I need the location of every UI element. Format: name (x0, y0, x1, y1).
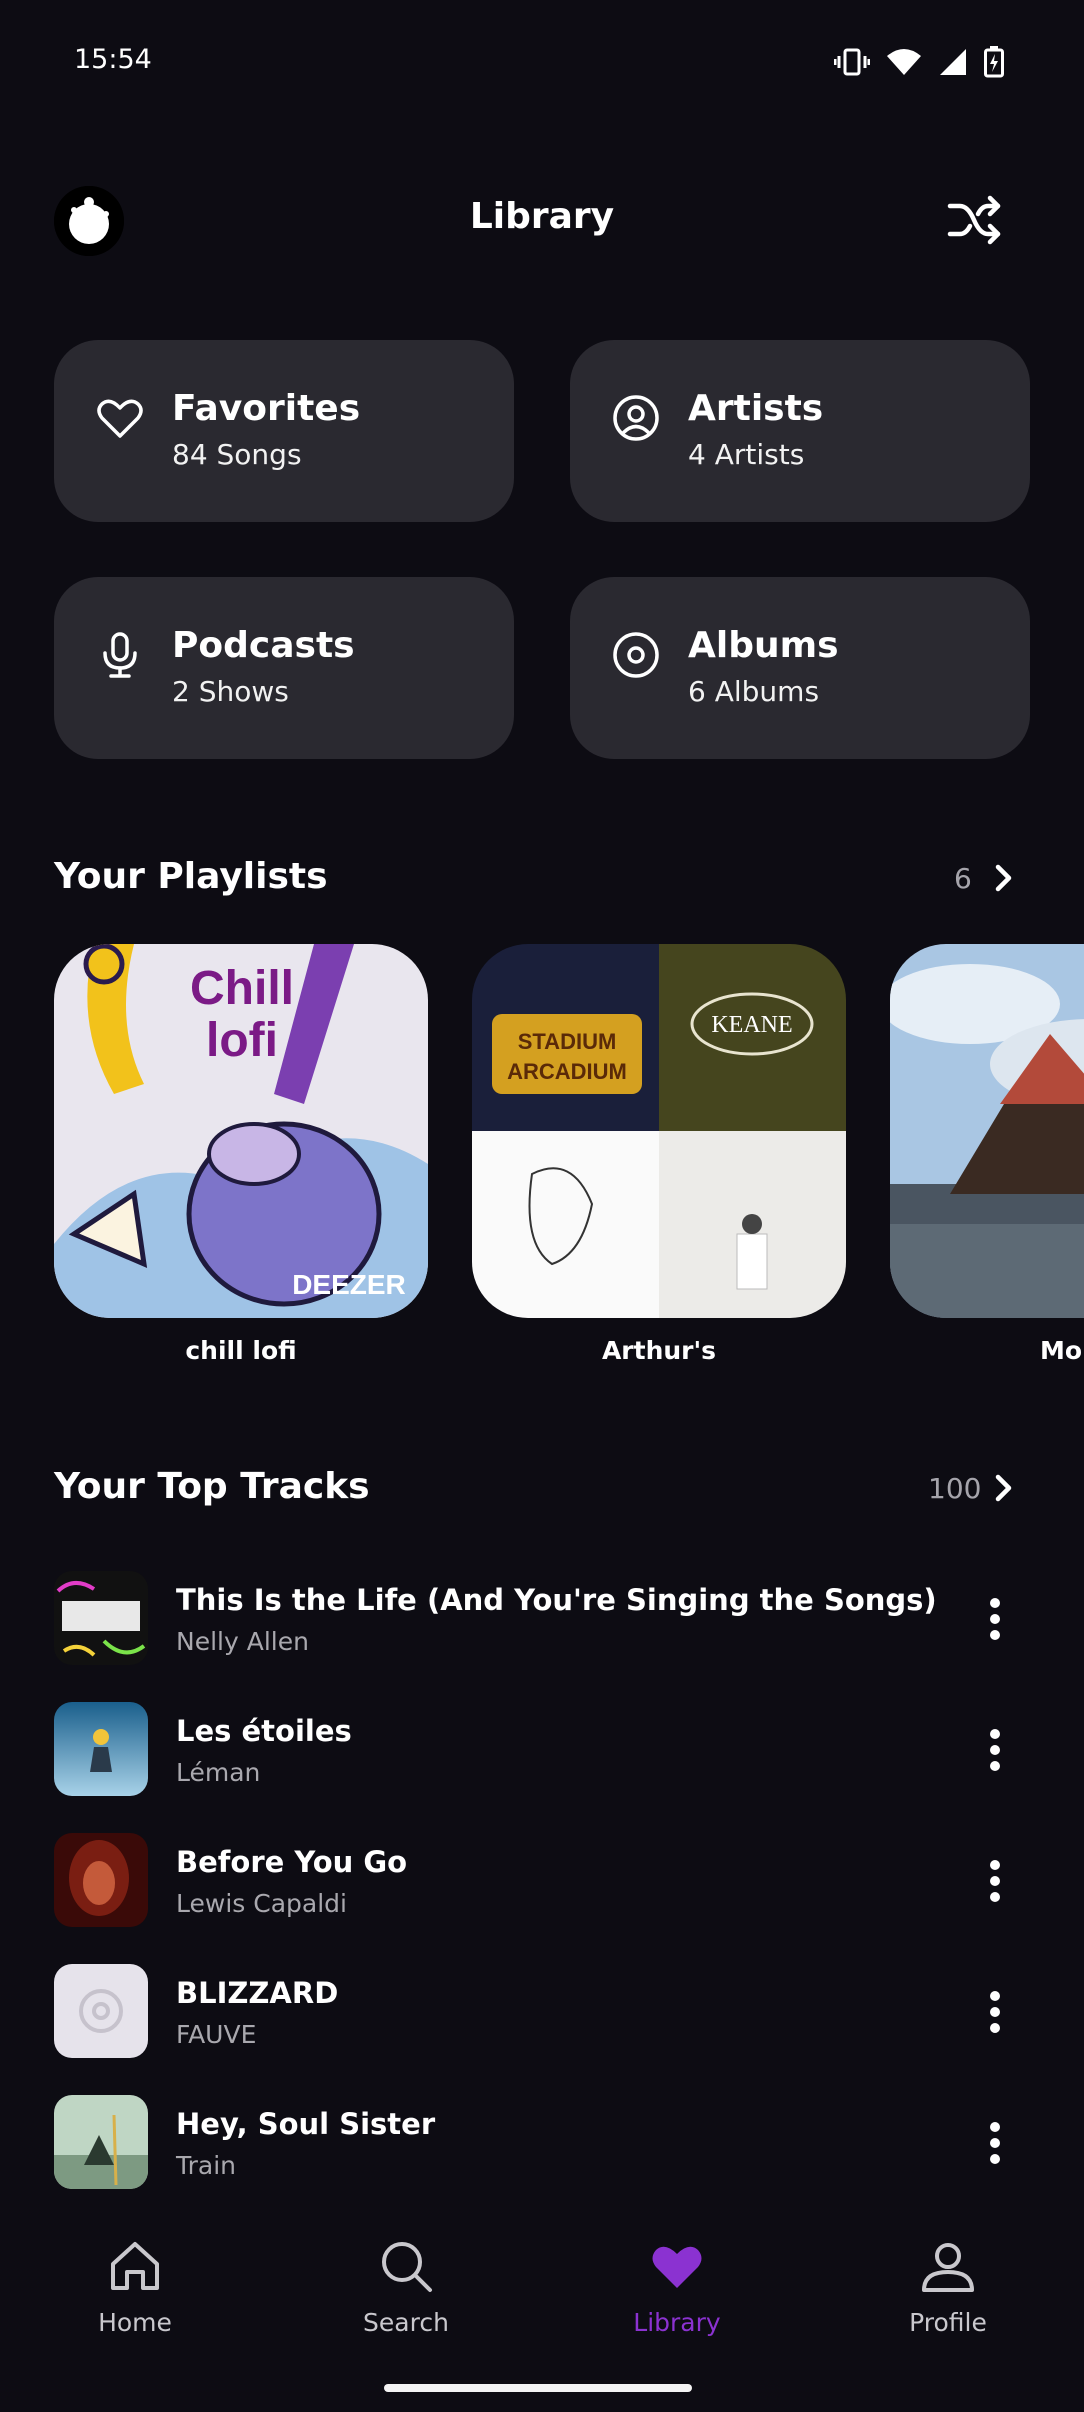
playlist-card[interactable]: STADIUM ARCADIUM KEANE Arthur's (472, 944, 846, 1365)
playlist-cover: STADIUM ARCADIUM KEANE (472, 944, 846, 1318)
more-vertical-icon (990, 1729, 1000, 1771)
category-podcasts[interactable]: Podcasts 2 Shows (54, 577, 514, 759)
track-artist: FAUVE (176, 2020, 257, 2049)
heart-icon (652, 2246, 702, 2288)
track-artwork-placeholder (54, 1964, 148, 2058)
svg-text:DEEZER: DEEZER (292, 1269, 406, 1300)
category-subtitle: 4 Artists (688, 438, 805, 471)
track-title: Hey, Soul Sister (176, 2107, 436, 2141)
track-artist: Lewis Capaldi (176, 1889, 347, 1918)
track-more-button[interactable] (980, 1595, 1010, 1643)
track-more-button[interactable] (980, 1726, 1010, 1774)
category-title: Artists (688, 388, 824, 429)
track-title: This Is the Life (And You're Singing the… (176, 1583, 937, 1617)
track-title: Les étoiles (176, 1714, 352, 1748)
page-title: Library (469, 196, 615, 237)
svg-text:KEANE: KEANE (711, 1012, 792, 1038)
nav-profile[interactable]: Profile (848, 2236, 1048, 2337)
track-artwork (54, 1702, 148, 1796)
heart-icon (97, 399, 143, 438)
chevron-right-icon (995, 864, 1012, 892)
track-artist: Train (176, 2151, 236, 2180)
playlists-see-all-button[interactable] (986, 861, 1020, 895)
track-artwork (54, 2095, 148, 2189)
track-row[interactable]: Les étoiles Léman (54, 1702, 1030, 1798)
category-subtitle: 2 Shows (172, 675, 289, 708)
search-icon (382, 2242, 432, 2292)
category-subtitle: 6 Albums (688, 675, 820, 708)
wifi-icon (887, 49, 921, 75)
category-title: Podcasts (172, 625, 355, 666)
status-time: 15:54 (74, 44, 152, 75)
playlists-count: 6 (954, 862, 972, 895)
track-row[interactable]: Hey, Soul Sister Train (54, 2095, 1030, 2191)
profile-icon (922, 2243, 974, 2292)
chevron-right-icon (995, 1474, 1012, 1502)
track-more-button[interactable] (980, 2119, 1010, 2167)
playlist-name: chill lofi (185, 1336, 297, 1365)
track-artwork (54, 1571, 148, 1665)
signal-icon (940, 49, 966, 75)
track-artist: Nelly Allen (176, 1627, 309, 1656)
category-subtitle: 84 Songs (172, 438, 302, 471)
track-more-button[interactable] (980, 1988, 1010, 2036)
playlists-section-title: Your Playlists (54, 856, 328, 897)
track-title: BLIZZARD (176, 1976, 339, 2010)
category-title: Albums (688, 625, 839, 666)
svg-text:ARCADIUM: ARCADIUM (507, 1059, 627, 1084)
playlists-carousel[interactable]: Chill lofi DEEZER chill lofi STADIUM ARC… (0, 944, 1084, 1374)
track-row[interactable]: This Is the Life (And You're Singing the… (54, 1571, 1030, 1667)
top-tracks-count: 100 (928, 1472, 982, 1505)
vibrate-icon (834, 48, 870, 76)
home-icon (111, 2242, 159, 2290)
status-icons (834, 46, 1004, 78)
artist-icon (613, 395, 659, 441)
category-favorites[interactable]: Favorites 84 Songs (54, 340, 514, 522)
shuffle-icon (947, 195, 1001, 245)
playlist-name: Arthur's (601, 1336, 717, 1365)
nav-library[interactable]: Library (577, 2236, 777, 2337)
svg-text:lofi: lofi (206, 1014, 278, 1067)
track-row[interactable]: Before You Go Lewis Capaldi (54, 1833, 1030, 1929)
track-title: Before You Go (176, 1845, 408, 1879)
bottom-nav: Home Search Library Profile (0, 2200, 1084, 2412)
nav-label: Profile (909, 2308, 987, 2337)
track-row[interactable]: BLIZZARD FAUVE (54, 1964, 1030, 2060)
playlist-card[interactable]: Mo (890, 944, 1084, 1365)
playlist-cover (890, 944, 1084, 1318)
status-bar: 15:54 (0, 0, 1084, 125)
microphone-icon (103, 632, 137, 678)
track-artwork (54, 1833, 148, 1927)
playlist-name: Mo (1040, 1336, 1083, 1365)
disc-icon (613, 632, 659, 678)
battery-icon (984, 46, 1004, 78)
category-artists[interactable]: Artists 4 Artists (570, 340, 1030, 522)
home-indicator[interactable] (384, 2384, 692, 2392)
svg-text:Chill: Chill (190, 962, 294, 1015)
more-vertical-icon (990, 1598, 1000, 1640)
nav-label: Home (98, 2308, 172, 2337)
nav-home[interactable]: Home (35, 2236, 235, 2337)
category-albums[interactable]: Albums 6 Albums (570, 577, 1030, 759)
track-more-button[interactable] (980, 1857, 1010, 1905)
more-vertical-icon (990, 1991, 1000, 2033)
category-title: Favorites (172, 388, 361, 429)
playlist-cover: Chill lofi DEEZER (54, 944, 428, 1318)
nav-label: Library (633, 2308, 721, 2337)
top-tracks-see-all-button[interactable] (986, 1471, 1020, 1505)
playlist-card[interactable]: Chill lofi DEEZER chill lofi (54, 944, 428, 1365)
more-vertical-icon (990, 1860, 1000, 1902)
shuffle-button[interactable] (944, 190, 1004, 250)
nav-search[interactable]: Search (306, 2236, 506, 2337)
more-vertical-icon (990, 2122, 1000, 2164)
top-tracks-section-title: Your Top Tracks (54, 1466, 370, 1507)
nav-label: Search (363, 2308, 449, 2337)
track-artist: Léman (176, 1758, 261, 1787)
svg-text:STADIUM: STADIUM (518, 1029, 617, 1054)
